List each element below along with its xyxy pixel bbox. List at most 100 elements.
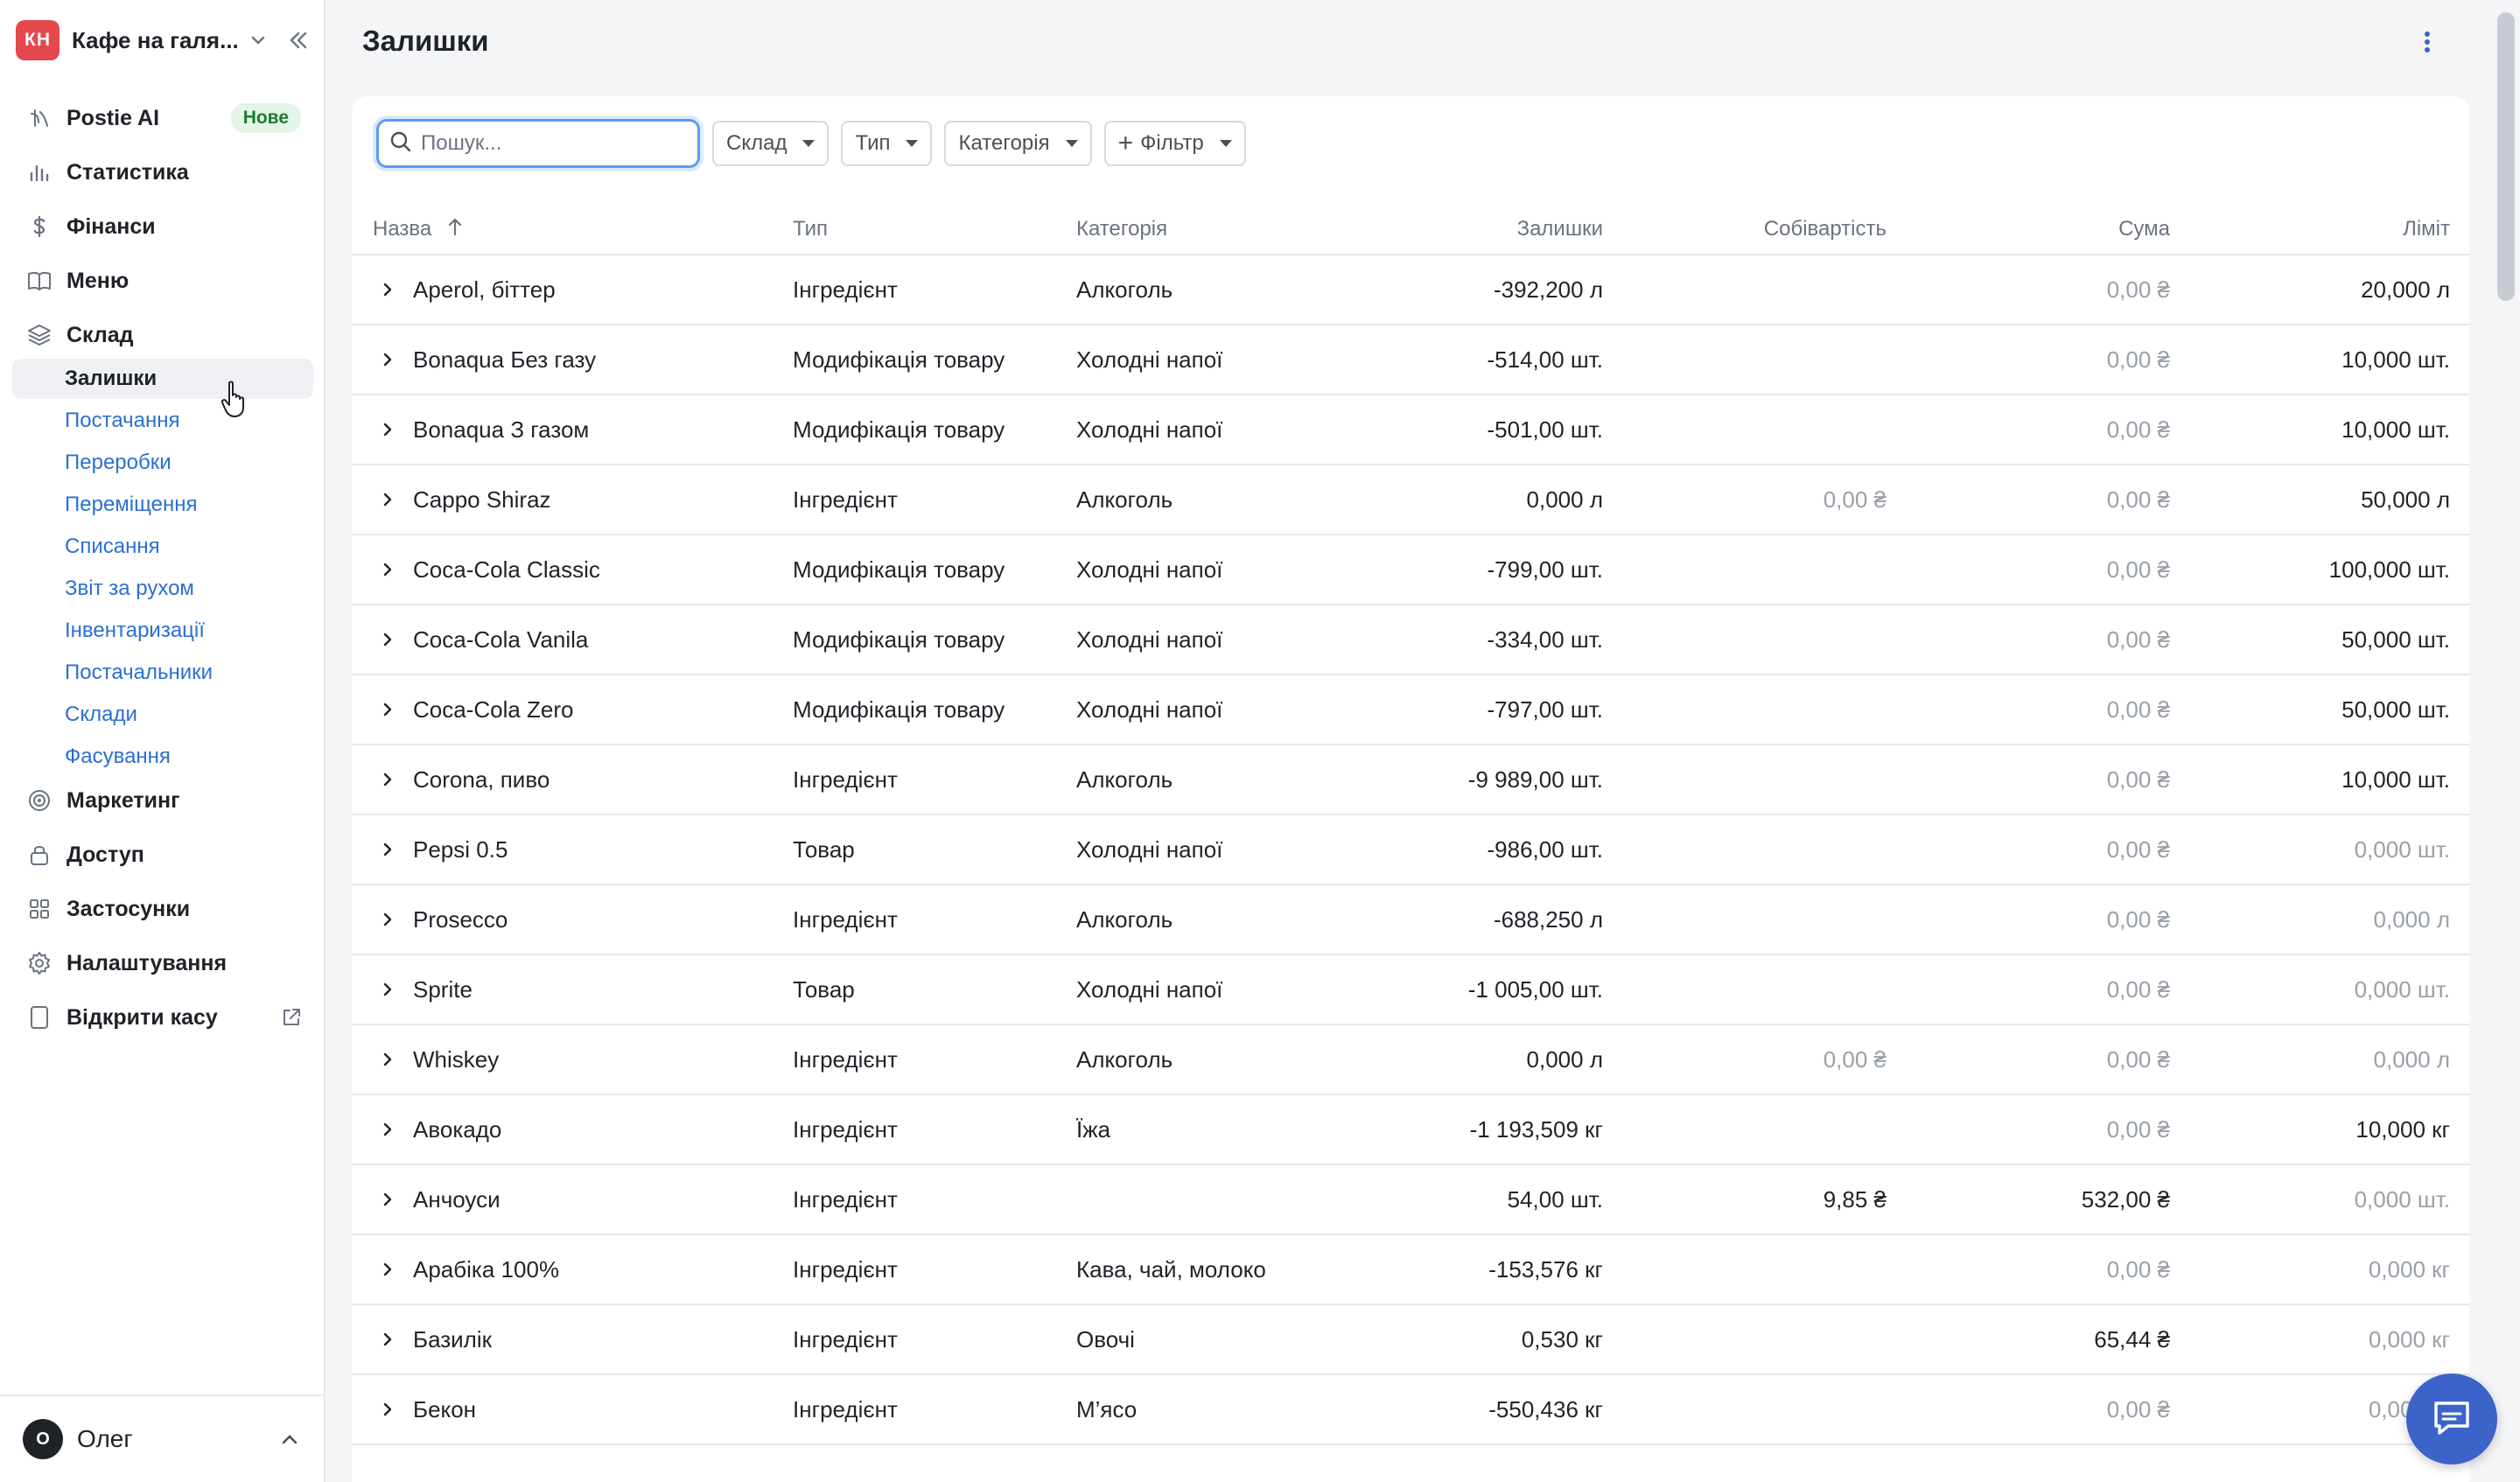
- chevron-right-icon[interactable]: [373, 975, 402, 1004]
- chevron-right-icon[interactable]: [373, 625, 402, 654]
- chevron-right-icon[interactable]: [373, 695, 402, 724]
- collapse-sidebar-icon[interactable]: [284, 25, 313, 55]
- nav-label: Фінанси: [66, 213, 156, 239]
- sub-item-warehouses[interactable]: Склади: [12, 695, 313, 735]
- table-row[interactable]: Coca-Cola Zero Модифікація товару Холодні …: [352, 675, 2469, 745]
- column-header-sum[interactable]: Сума: [1908, 217, 2170, 241]
- nav-item-open-register[interactable]: Відкрити касу: [12, 996, 313, 1039]
- user-menu[interactable]: О Олег: [0, 1395, 326, 1482]
- cell-limit: 50,000 л: [2361, 486, 2450, 513]
- search-icon: [389, 130, 412, 157]
- column-header-stock[interactable]: Залишки: [1340, 217, 1603, 241]
- table-row[interactable]: Бекон Інгредієнт М’ясо -550,436 кг 0,00 ₴ 0,0…: [352, 1375, 2469, 1445]
- cell-stock: -334,00 шт.: [1487, 626, 1603, 653]
- table-row[interactable]: Bonaqua Без газу Модифікація товару Холодн…: [352, 325, 2469, 395]
- cell-type: Інгредієнт: [793, 1046, 898, 1073]
- nav-item-settings[interactable]: Налаштування: [12, 941, 313, 985]
- warehouse-filter-button[interactable]: Склад: [712, 121, 830, 166]
- nav-item-apps[interactable]: Застосунки: [12, 887, 313, 931]
- more-vertical-icon[interactable]: [2412, 26, 2443, 58]
- table-row[interactable]: Coca-Cola Vanila Модифікація товару Холодн…: [352, 605, 2469, 675]
- cell-type: Інгредієнт: [793, 766, 898, 793]
- chevron-right-icon[interactable]: [373, 1185, 402, 1214]
- table-row[interactable]: Bonaqua З газом Модифікація товару Холодні…: [352, 395, 2469, 465]
- chevron-right-icon[interactable]: [373, 905, 402, 934]
- chevron-up-icon[interactable]: [276, 1426, 303, 1452]
- sub-item-packaging[interactable]: Фасування: [12, 737, 313, 777]
- table-row[interactable]: Sprite Товар Холодні напої -1 005,00 шт. 0,0…: [352, 955, 2469, 1025]
- sub-item-movement-report[interactable]: Звіт за рухом: [12, 569, 313, 609]
- table-row[interactable]: Cappo Shiraz Інгредієнт Алкоголь 0,000 л 0,0…: [352, 465, 2469, 535]
- search-input[interactable]: [421, 131, 683, 156]
- chevron-right-icon[interactable]: [373, 555, 402, 584]
- cell-name: Coca-Cola Vanila: [413, 626, 589, 653]
- new-badge: Нове: [230, 103, 301, 133]
- nav-item-statistics[interactable]: Статистика: [12, 150, 313, 194]
- cell-sum: 0,00 ₴: [2106, 276, 2170, 303]
- table-row[interactable]: Prosecco Інгредієнт Алкоголь -688,250 л 0,00…: [352, 885, 2469, 955]
- nav-item-warehouse[interactable]: Склад: [12, 313, 313, 357]
- table-row[interactable]: Pepsi 0.5 Товар Холодні напої -986,00 шт. 0,…: [352, 815, 2469, 885]
- table-row[interactable]: Corona, пиво Інгредієнт Алкоголь -9 989,00 …: [352, 745, 2469, 815]
- cell-name: Bonaqua З газом: [413, 416, 590, 443]
- chevron-right-icon[interactable]: [373, 765, 402, 794]
- column-header-limit[interactable]: Ліміт: [2188, 217, 2450, 241]
- nav-item-menu[interactable]: Меню: [12, 259, 313, 303]
- search-box[interactable]: [376, 119, 700, 168]
- cell-name: Арабіка 100%: [413, 1256, 560, 1283]
- column-header-name[interactable]: Назва: [373, 217, 464, 242]
- cell-category: Холодні напої: [1076, 836, 1223, 863]
- nav-item-access[interactable]: Доступ: [12, 833, 313, 877]
- column-header-type[interactable]: Тип: [793, 217, 828, 241]
- cell-stock: -688,250 л: [1493, 906, 1603, 933]
- table-row[interactable]: Арабіка 100% Інгредієнт Кава, чай, молоко -…: [352, 1235, 2469, 1305]
- add-filter-button[interactable]: + Фільтр: [1103, 121, 1246, 166]
- cell-name: Coca-Cola Classic: [413, 556, 600, 583]
- cell-name: Pepsi 0.5: [413, 836, 508, 863]
- table-row[interactable]: Whiskey Інгредієнт Алкоголь 0,000 л 0,00 ₴ 0,…: [352, 1025, 2469, 1095]
- chevron-right-icon[interactable]: [373, 835, 402, 864]
- cell-sum: 0,00 ₴: [2106, 766, 2170, 793]
- sub-item-inventories[interactable]: Інвентаризації: [12, 611, 313, 651]
- table-row[interactable]: Авокадо Інгредієнт Їжа -1 193,509 кг 0,00 ₴ 1…: [352, 1095, 2469, 1165]
- chevron-right-icon[interactable]: [373, 1325, 402, 1354]
- chevron-right-icon[interactable]: [373, 1395, 402, 1424]
- table-row[interactable]: Базилік Інгредієнт Овочі 0,530 кг 65,44 ₴ 0,0…: [352, 1305, 2469, 1375]
- chevron-right-icon[interactable]: [373, 1115, 402, 1144]
- chevron-down-icon[interactable]: [247, 29, 270, 52]
- chevron-right-icon[interactable]: [373, 1255, 402, 1284]
- cell-sum: 0,00 ₴: [2106, 976, 2170, 1003]
- scrollbar-thumb[interactable]: [2497, 12, 2515, 301]
- sub-item-supplies[interactable]: Постачання: [12, 401, 313, 441]
- cell-type: Інгредієнт: [793, 1186, 898, 1213]
- column-header-cost[interactable]: Собівартість: [1624, 217, 1886, 241]
- cell-type: Модифікація товару: [793, 556, 1005, 583]
- category-filter-button[interactable]: Категорія: [944, 121, 1092, 166]
- table-row[interactable]: Aperol, біттер Інгредієнт Алкоголь -392,200…: [352, 255, 2469, 325]
- grid-icon: [26, 896, 52, 922]
- account-switcher[interactable]: КН Кафе на галя...: [16, 19, 313, 61]
- chevron-right-icon[interactable]: [373, 1045, 402, 1074]
- nav-item-finance[interactable]: Фінанси: [12, 205, 313, 248]
- nav-item-postie-ai[interactable]: Postie AI Нове: [12, 96, 313, 140]
- chevron-right-icon[interactable]: [373, 275, 402, 304]
- cell-category: М’ясо: [1076, 1396, 1138, 1423]
- nav-label: Доступ: [66, 842, 144, 867]
- type-filter-button[interactable]: Тип: [841, 121, 933, 166]
- nav-item-marketing[interactable]: Маркетинг: [12, 779, 313, 822]
- table-row[interactable]: Coca-Cola Classic Модифікація товару Холод…: [352, 535, 2469, 605]
- chevron-right-icon[interactable]: [373, 485, 402, 514]
- sub-item-suppliers[interactable]: Постачальники: [12, 653, 313, 693]
- sub-item-processing[interactable]: Переробки: [12, 443, 313, 483]
- chevron-right-icon[interactable]: [373, 415, 402, 444]
- cell-stock: 0,530 кг: [1521, 1326, 1603, 1353]
- column-header-category[interactable]: Категорія: [1076, 217, 1167, 241]
- sub-item-writeoffs[interactable]: Списання: [12, 527, 313, 567]
- chat-support-button[interactable]: [2406, 1374, 2497, 1465]
- sub-item-transfers[interactable]: Переміщення: [12, 485, 313, 525]
- sub-item-stock[interactable]: Залишки: [12, 359, 313, 399]
- table-row[interactable]: Анчоуси Інгредієнт 54,00 шт. 9,85 ₴ 532,00 ₴…: [352, 1165, 2469, 1235]
- caret-down-icon: [1065, 140, 1078, 147]
- chevron-right-icon[interactable]: [373, 345, 402, 374]
- bar-chart-icon: [26, 159, 52, 185]
